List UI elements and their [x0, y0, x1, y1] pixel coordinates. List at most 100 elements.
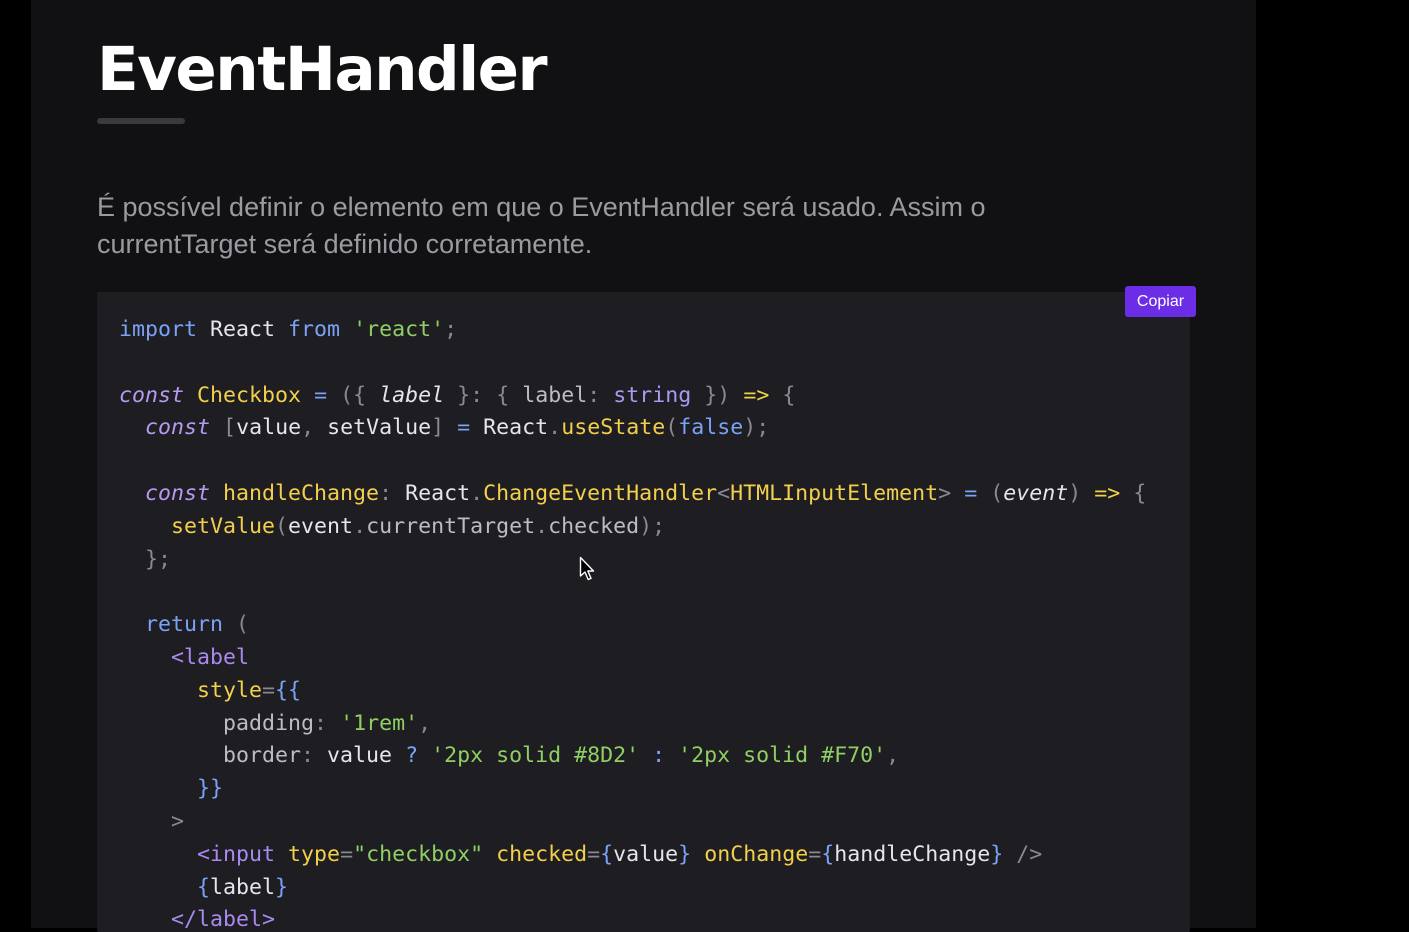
code-token: ] [431, 415, 445, 441]
code-token: { [821, 841, 835, 867]
code-token: ; [444, 317, 458, 342]
code-token: = [808, 841, 822, 867]
code-token: ChangeEventHandler [483, 480, 718, 506]
code-token: { [600, 841, 614, 867]
copy-button[interactable]: Copiar [1125, 286, 1196, 317]
code-token: checked [548, 513, 640, 539]
code-token: = [457, 415, 471, 441]
code-token: string [613, 382, 692, 408]
code-token: border [223, 743, 302, 769]
code-token: { [1133, 480, 1147, 506]
mouse-pointer-icon [579, 556, 595, 581]
code-line: <input type="checkbox" checked={value} o… [119, 839, 1146, 872]
code-token: } [678, 841, 692, 867]
intro-paragraph: É possível definir o elemento em que o E… [97, 192, 986, 259]
code-token: < [717, 480, 731, 506]
code-line: const [value, setValue] = React.useState… [119, 412, 1146, 445]
code-line: }; [119, 544, 1146, 577]
code-token: [ [223, 415, 237, 441]
code-token: { [197, 874, 211, 900]
code-line: padding: '1rem', [119, 708, 1146, 741]
code-listing[interactable]: import React from 'react'; const Checkbo… [119, 314, 1146, 932]
code-token: '2px solid #8D2' [431, 743, 640, 769]
code-token: label [379, 382, 445, 408]
code-token: setValue [171, 513, 276, 539]
code-token: HTMLInputElement [730, 480, 939, 506]
code-token: ); [743, 415, 770, 441]
code-token: = [964, 480, 978, 506]
page-title: EventHandler [97, 34, 548, 105]
code-token: ({ [340, 382, 367, 408]
code-line: border: value ? '2px solid #8D2' : '2px … [119, 740, 1146, 773]
code-token: React [197, 317, 289, 342]
code-token: const [119, 382, 185, 408]
code-token: checked [496, 841, 588, 867]
code-token: ( [275, 513, 289, 539]
code-token: => [743, 382, 770, 408]
code-token: setValue [314, 415, 432, 441]
code-token: : [587, 382, 601, 408]
code-token: }} [197, 776, 224, 802]
code-token: ( [236, 612, 250, 638]
code-token: handleChange [223, 480, 380, 506]
code-token: false [678, 415, 744, 441]
code-token: React [392, 480, 471, 506]
code-token: { [782, 382, 796, 408]
code-token: , [418, 710, 432, 736]
code-token: /> [1016, 841, 1043, 867]
code-token: ( [665, 415, 679, 441]
code-line: const Checkbox = ({ label }: { label: st… [119, 380, 1146, 413]
code-token: ( [990, 480, 1004, 506]
code-token: }: [457, 382, 484, 408]
code-line: import React from 'react'; [119, 314, 1146, 347]
code-token: padding [223, 710, 315, 736]
code-token: => [1094, 480, 1121, 506]
code-token: = [262, 677, 276, 703]
code-token: = [314, 382, 328, 408]
code-token: > [171, 808, 185, 834]
code-token: { [496, 382, 510, 408]
code-token: '1rem' [340, 710, 419, 736]
code-token: event [288, 513, 354, 539]
code-block[interactable]: import React from 'react'; const Checkbo… [97, 292, 1190, 932]
code-token: = [587, 841, 601, 867]
code-token: . [535, 513, 549, 539]
code-token: = [340, 841, 354, 867]
code-token: style [197, 677, 263, 703]
code-token: . [470, 480, 484, 506]
code-token: {{ [275, 677, 302, 703]
code-token: : [301, 743, 315, 769]
documentation-page: EventHandler É possível definir o elemen… [31, 0, 1256, 932]
code-line: <label [119, 642, 1146, 675]
code-token: const [145, 415, 211, 441]
code-token: } [990, 841, 1004, 867]
code-token: 'react' [353, 317, 445, 342]
